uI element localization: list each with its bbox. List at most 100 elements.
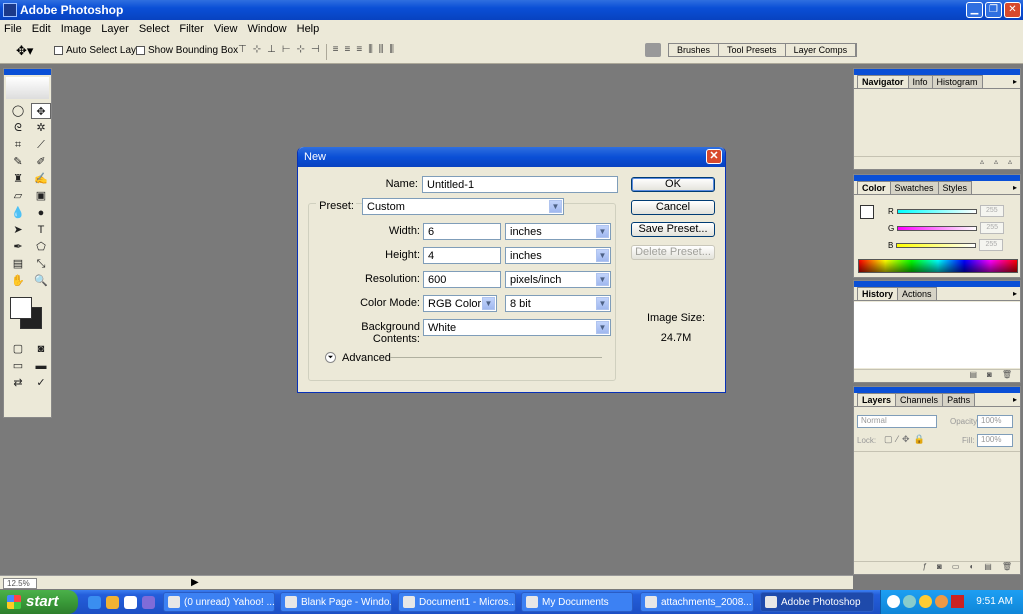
edit-imageready-icon[interactable]: ✓: [31, 375, 51, 391]
minimize-button[interactable]: ▁: [966, 2, 983, 18]
menu-help[interactable]: Help: [297, 23, 320, 35]
delete-state-icon[interactable]: 🗑: [1002, 370, 1012, 382]
layer-mask-icon[interactable]: ◙: [937, 562, 942, 574]
resolution-input[interactable]: 600: [423, 271, 501, 288]
blue-track[interactable]: [896, 242, 977, 248]
move-tool-preset-icon[interactable]: ✥▾: [16, 43, 33, 59]
red-value[interactable]: 255: [979, 205, 1004, 217]
palette-well-tool-presets[interactable]: Tool Presets: [719, 44, 786, 56]
restore-button[interactable]: ❐: [985, 2, 1002, 18]
red-track[interactable]: [896, 208, 977, 214]
zoom-level-field[interactable]: 12.5%: [3, 578, 37, 589]
tab-navigator[interactable]: Navigator: [857, 75, 909, 88]
msn-quicklaunch-icon[interactable]: [142, 596, 155, 609]
zoom-slider-thumb-icon[interactable]: ▵: [994, 157, 998, 169]
tab-actions[interactable]: Actions: [897, 287, 937, 300]
notes-tool-icon[interactable]: ▤: [8, 256, 28, 272]
tray-messenger-icon[interactable]: [919, 595, 932, 608]
zoom-tool-icon[interactable]: 🔍: [31, 273, 51, 289]
adjustment-layer-icon[interactable]: ◐: [969, 562, 974, 574]
menu-edit[interactable]: Edit: [32, 23, 51, 35]
panel-header[interactable]: [854, 281, 1020, 287]
marquee-tool-icon[interactable]: ◯: [8, 103, 28, 119]
taskbar-button-document1[interactable]: Document1 - Micros...: [398, 592, 516, 612]
outlook-quicklaunch-icon[interactable]: [106, 596, 119, 609]
menu-select[interactable]: Select: [139, 23, 170, 35]
tab-color[interactable]: Color: [857, 181, 891, 194]
zoom-in-icon[interactable]: ▵: [1008, 157, 1012, 169]
tray-antivirus-icon[interactable]: [951, 595, 964, 608]
distribute-top-icon[interactable]: ≡: [333, 44, 339, 60]
resolution-unit-select[interactable]: pixels/inch ▼: [505, 271, 611, 288]
distribute-bottom-icon[interactable]: ≡: [356, 44, 362, 60]
foreground-color-swatch[interactable]: [10, 297, 32, 319]
color-spectrum-bar[interactable]: [858, 259, 1018, 273]
bit-depth-select[interactable]: 8 bit ▼: [505, 295, 611, 312]
name-input[interactable]: Untitled-1: [422, 176, 618, 193]
distribute-left-icon[interactable]: ⫼: [368, 44, 373, 60]
start-button[interactable]: start: [0, 590, 78, 614]
advanced-expand-icon[interactable]: ⏷: [325, 352, 336, 363]
path-selection-tool-icon[interactable]: ➤: [8, 222, 28, 238]
tab-channels[interactable]: Channels: [895, 393, 944, 406]
palette-well-brushes[interactable]: Brushes: [669, 44, 720, 56]
tab-swatches[interactable]: Swatches: [889, 181, 939, 194]
new-snapshot-icon[interactable]: ◙: [987, 370, 992, 382]
standard-screen-mode-icon[interactable]: ▭: [8, 358, 28, 374]
height-unit-select[interactable]: inches ▼: [505, 247, 611, 264]
magic-wand-tool-icon[interactable]: ✲: [31, 120, 51, 136]
taskbar-button-attachments[interactable]: attachments_2008...: [640, 592, 754, 612]
align-top-icon[interactable]: ⊤: [238, 44, 247, 60]
save-preset-button[interactable]: Save Preset...: [631, 222, 715, 237]
green-track[interactable]: [897, 225, 978, 231]
taskbar-button-yahoo[interactable]: (0 unread) Yahoo! ...: [163, 592, 275, 612]
navigator-zoom-slider[interactable]: ▵ ▵ ▵: [854, 156, 1020, 169]
blue-slider[interactable]: B 255: [888, 239, 1004, 251]
status-menu-arrow-icon[interactable]: ▶: [191, 577, 199, 588]
history-brush-tool-icon[interactable]: ✍: [31, 171, 51, 187]
menu-file[interactable]: File: [4, 23, 22, 35]
brush-tool-icon[interactable]: ✐: [31, 154, 51, 170]
quick-mask-mode-icon[interactable]: ◙: [31, 341, 51, 357]
file-browser-icon[interactable]: [645, 43, 661, 57]
auto-select-layer-checkbox[interactable]: Auto Select Layer: [54, 45, 145, 56]
menu-layer[interactable]: Layer: [101, 23, 129, 35]
crop-tool-icon[interactable]: ⌗: [8, 137, 28, 153]
preset-select[interactable]: Custom ▼: [362, 198, 564, 215]
palette-well-layer-comps[interactable]: Layer Comps: [785, 44, 857, 56]
panel-header[interactable]: [854, 175, 1020, 181]
tab-paths[interactable]: Paths: [942, 393, 976, 406]
slice-tool-icon[interactable]: ⟋: [31, 137, 51, 153]
tab-history[interactable]: History: [857, 287, 899, 300]
panel-menu-icon[interactable]: ▸: [1013, 289, 1017, 298]
red-slider[interactable]: R 255: [888, 205, 1004, 217]
move-tool-icon[interactable]: ✥: [31, 103, 51, 119]
toolbox-header[interactable]: [4, 69, 51, 75]
dialog-close-button[interactable]: ✕: [706, 149, 722, 164]
ok-button[interactable]: OK: [631, 177, 715, 192]
green-slider[interactable]: G 255: [888, 222, 1005, 234]
width-input[interactable]: 6: [423, 223, 501, 240]
panel-menu-icon[interactable]: ▸: [1013, 183, 1017, 192]
jump-to-imageready-icon[interactable]: ⇄: [8, 375, 28, 391]
align-hcenter-icon[interactable]: ⊹: [297, 44, 305, 60]
new-set-icon[interactable]: ▭: [952, 562, 960, 574]
delete-layer-icon[interactable]: 🗑: [1002, 562, 1012, 574]
panel-header[interactable]: [854, 387, 1020, 393]
panel-menu-icon[interactable]: ▸: [1013, 395, 1017, 404]
eyedropper-tool-icon[interactable]: ⤡: [31, 256, 51, 272]
distribute-hcenter-icon[interactable]: ⫼: [379, 44, 384, 60]
green-value[interactable]: 255: [980, 222, 1005, 234]
healing-brush-tool-icon[interactable]: ✎: [8, 154, 28, 170]
lasso-tool-icon[interactable]: ᘓ: [8, 120, 28, 136]
full-screen-mode-icon[interactable]: ▬: [31, 358, 51, 374]
width-unit-select[interactable]: inches ▼: [505, 223, 611, 240]
align-vcenter-icon[interactable]: ⊹: [253, 44, 261, 60]
new-document-from-state-icon[interactable]: ▤: [969, 370, 977, 382]
align-right-icon[interactable]: ⊣: [311, 44, 320, 60]
tray-network-icon[interactable]: [903, 595, 916, 608]
gradient-tool-icon[interactable]: ▣: [31, 188, 51, 204]
tray-status-icon[interactable]: [935, 595, 948, 608]
pen-tool-icon[interactable]: ✒: [8, 239, 28, 255]
distribute-right-icon[interactable]: ⫼: [389, 44, 394, 60]
